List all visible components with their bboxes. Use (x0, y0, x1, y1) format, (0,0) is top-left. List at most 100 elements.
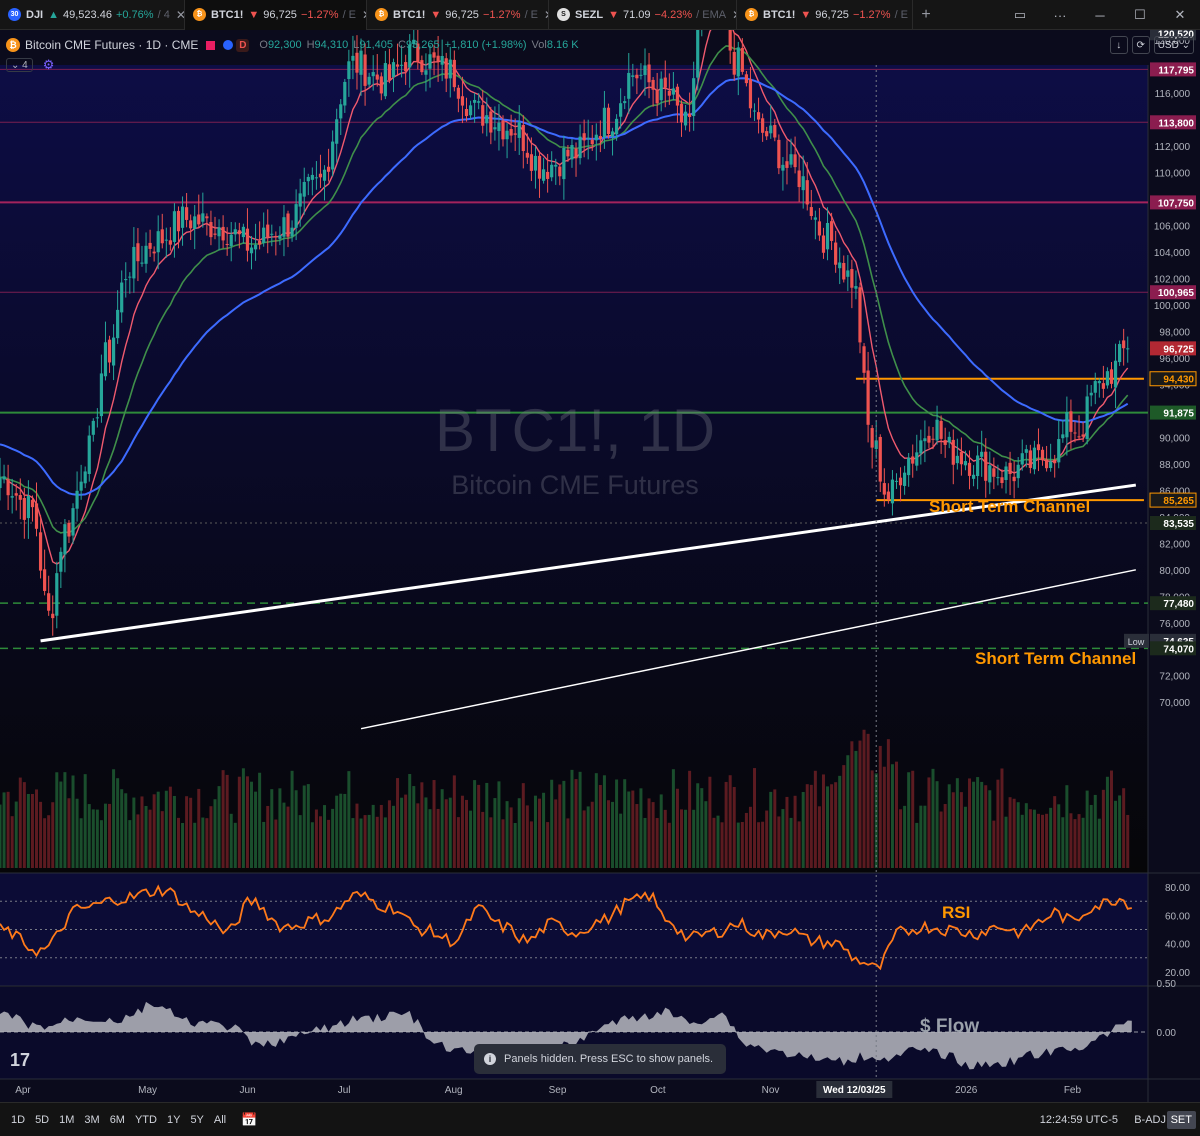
candle-body[interactable] (489, 111, 493, 133)
candle-body[interactable] (728, 30, 732, 51)
candle-body[interactable] (525, 152, 529, 158)
candle-body[interactable] (850, 269, 854, 288)
candle-body[interactable] (789, 154, 793, 165)
candle-body[interactable] (911, 456, 915, 464)
candle-body[interactable] (1069, 411, 1073, 432)
candle-body[interactable] (541, 169, 546, 181)
candle-body[interactable] (156, 231, 160, 253)
candle-body[interactable] (570, 145, 574, 160)
candle-body[interactable] (241, 226, 245, 238)
candle-body[interactable] (83, 471, 87, 484)
candle-body[interactable] (1061, 434, 1065, 439)
candle-body[interactable] (99, 373, 104, 417)
tab-sezl-3[interactable]: SSEZL▼71.09−4.23%/ EMA✕ (549, 0, 737, 30)
candle-body[interactable] (339, 104, 343, 119)
candle-body[interactable] (809, 207, 813, 217)
candle-body[interactable] (679, 103, 684, 123)
candle-body[interactable] (773, 124, 777, 138)
candle-body[interactable] (594, 134, 598, 141)
price-chart[interactable]: 70,00072,00074,00076,00078,00080,00082,0… (0, 30, 1200, 1102)
candle-body[interactable] (63, 524, 67, 555)
candle-body[interactable] (1085, 396, 1089, 439)
clock[interactable]: 12:24:59 UTC-5 (1040, 1114, 1118, 1126)
range-1y[interactable]: 1Y (162, 1114, 185, 1126)
candle-body[interactable] (343, 81, 347, 106)
candle-body[interactable] (493, 127, 497, 130)
range-5d[interactable]: 5D (30, 1114, 54, 1126)
candle-body[interactable] (18, 495, 22, 500)
candle-body[interactable] (464, 108, 469, 117)
candle-body[interactable] (984, 451, 988, 481)
tab-btc1-2[interactable]: ₿BTC1!▼96,725−1.27%/ E✕ (367, 0, 549, 30)
candle-body[interactable] (294, 204, 298, 228)
candle-body[interactable] (148, 242, 152, 249)
indicator-count-chip[interactable]: ⌄ 4 (6, 58, 33, 72)
price-label-117795[interactable]: 117,795 (1150, 62, 1196, 77)
candle-body[interactable] (513, 133, 517, 135)
candle-body[interactable] (335, 119, 339, 144)
candle-body[interactable] (1109, 369, 1114, 384)
candle-body[interactable] (501, 120, 505, 140)
candle-body[interactable] (10, 496, 14, 498)
candle-body[interactable] (1118, 344, 1122, 363)
candle-body[interactable] (189, 220, 193, 229)
candle-body[interactable] (404, 62, 408, 72)
candle-body[interactable] (116, 309, 120, 339)
download-icon[interactable]: ↓ (1109, 36, 1128, 54)
candle-body[interactable] (935, 419, 939, 441)
candle-body[interactable] (351, 55, 355, 61)
candle-body[interactable] (274, 235, 278, 237)
candle-body[interactable] (152, 251, 156, 254)
candle-body[interactable] (533, 155, 538, 171)
candle-body[interactable] (363, 54, 367, 86)
candle-body[interactable] (245, 228, 250, 251)
candle-body[interactable] (111, 337, 116, 366)
candle-body[interactable] (233, 229, 237, 235)
legend-title[interactable]: Bitcoin CME Futures · 1D · CME (25, 38, 198, 52)
candle-body[interactable] (107, 339, 112, 363)
candle-body[interactable] (71, 508, 75, 536)
candle-body[interactable] (160, 229, 164, 244)
annotation-channel-bottom[interactable]: Short Term Channel (975, 649, 1136, 669)
price-label-100965[interactable]: 100,965 (1150, 285, 1196, 300)
candle-body[interactable] (221, 226, 225, 241)
candle-body[interactable] (314, 177, 319, 179)
candle-body[interactable] (444, 58, 448, 79)
candle-body[interactable] (667, 90, 671, 96)
candle-body[interactable] (870, 428, 874, 448)
candle-body[interactable] (1093, 381, 1097, 393)
candle-body[interactable] (635, 74, 639, 79)
candle-body[interactable] (610, 131, 615, 137)
candle-body[interactable] (298, 193, 302, 207)
candle-body[interactable] (1044, 459, 1049, 469)
candle-body[interactable] (578, 136, 582, 159)
candle-body[interactable] (740, 47, 744, 72)
candle-body[interactable] (919, 440, 923, 454)
candle-body[interactable] (1105, 371, 1110, 386)
tab-close-icon[interactable]: ✕ (176, 8, 184, 22)
candle-body[interactable] (971, 474, 976, 479)
candle-body[interactable] (302, 181, 306, 197)
candle-body[interactable] (144, 245, 148, 264)
candle-body[interactable] (229, 234, 233, 247)
candle-body[interactable] (732, 51, 736, 75)
candle-body[interactable] (696, 30, 700, 78)
candle-body[interactable] (128, 276, 132, 278)
candle-body[interactable] (1073, 432, 1077, 434)
candle-body[interactable] (326, 166, 331, 172)
annotation-flow[interactable]: $ Flow (920, 1016, 979, 1038)
candle-body[interactable] (197, 214, 201, 225)
candle-body[interactable] (862, 346, 866, 373)
candle-body[interactable] (967, 462, 972, 476)
candle-body[interactable] (781, 164, 785, 171)
candle-body[interactable] (310, 174, 314, 180)
candle-body[interactable] (1065, 412, 1069, 438)
candle-body[interactable] (777, 139, 781, 169)
candle-body[interactable] (659, 78, 663, 101)
candle-body[interactable] (1113, 360, 1118, 388)
candle-body[interactable] (943, 440, 947, 445)
candle-body[interactable] (2, 476, 6, 480)
candle-body[interactable] (168, 240, 172, 245)
candle-body[interactable] (931, 438, 935, 440)
candle-body[interactable] (963, 461, 968, 466)
